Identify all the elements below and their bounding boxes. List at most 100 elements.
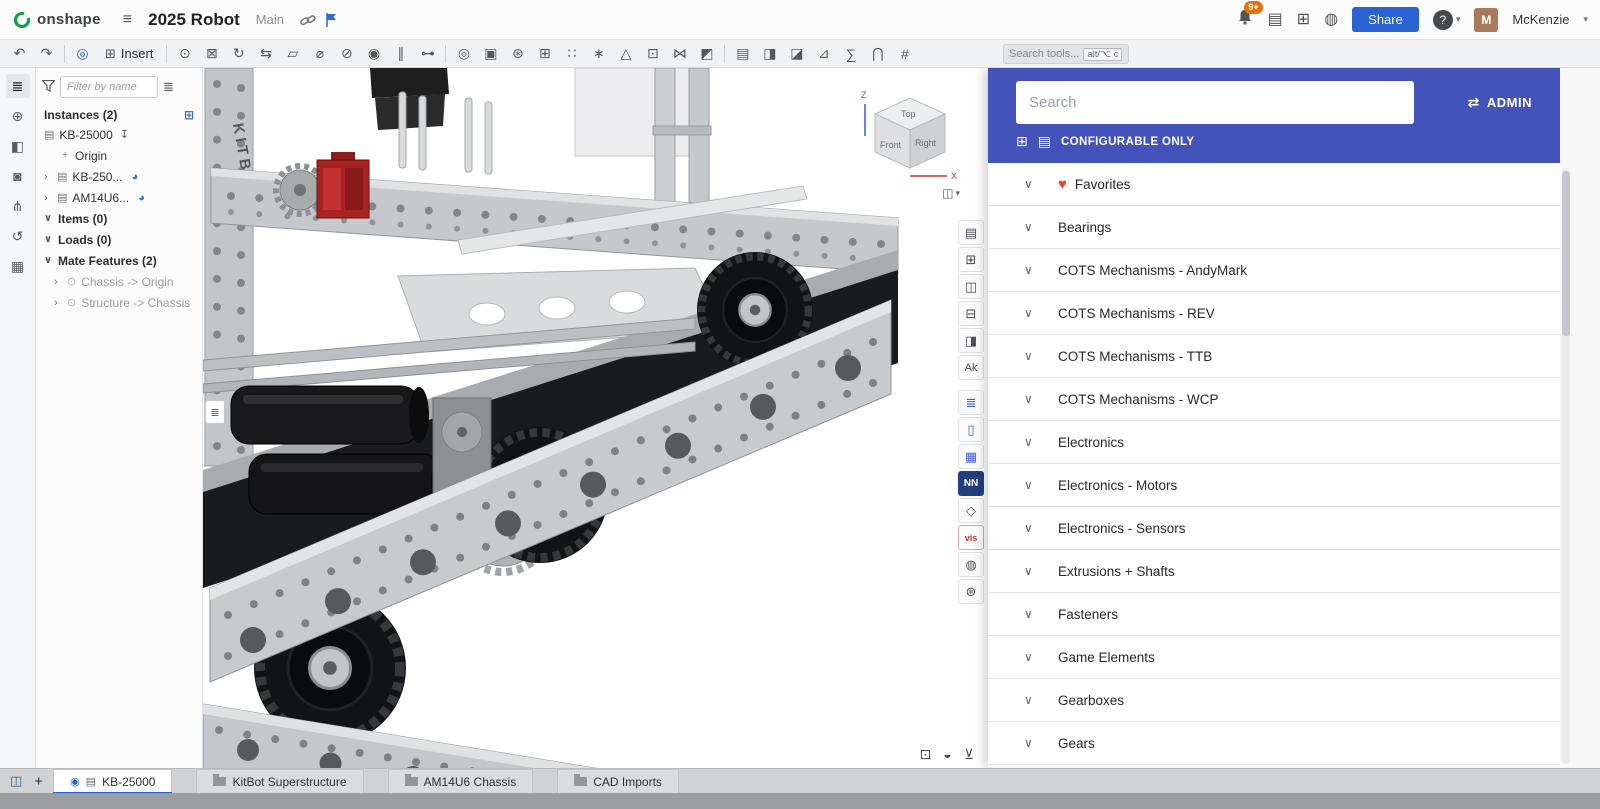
admin-filter-button[interactable]: ⇄ ADMIN bbox=[1468, 94, 1532, 111]
calendar-view-icon[interactable]: ▦ bbox=[958, 444, 984, 469]
insert-rail-icon[interactable]: ⊕ bbox=[6, 104, 30, 128]
appearance-icon[interactable]: ◨ bbox=[756, 42, 783, 66]
tab-am14u6-chassis[interactable]: AM14U6 Chassis bbox=[388, 769, 534, 793]
tree-panel-toggle[interactable]: ≣ bbox=[205, 400, 225, 424]
tangent-mate-icon[interactable]: ⊶ bbox=[414, 42, 441, 66]
interference-icon[interactable]: ⋂ bbox=[864, 42, 891, 66]
group-icon[interactable]: ▣ bbox=[477, 42, 504, 66]
category-row-fasteners[interactable]: ∨ Fasteners bbox=[988, 593, 1560, 636]
print-icon[interactable]: ⊡ bbox=[920, 746, 932, 763]
instances-header[interactable]: Instances (2) ⊞ bbox=[44, 108, 194, 122]
mate-connector-icon[interactable]: ◎ bbox=[450, 42, 477, 66]
publication-flag-icon[interactable] bbox=[324, 12, 338, 28]
category-row-cots-rev[interactable]: ∨ COTS Mechanisms - REV bbox=[988, 292, 1560, 335]
insert-button[interactable]: ⊞ Insert bbox=[96, 43, 162, 65]
connections-icon[interactable]: ⋔ bbox=[6, 194, 30, 218]
snapshot-icon[interactable]: ⊡ bbox=[639, 42, 666, 66]
category-row-electronics-motors[interactable]: ∨ Electronics - Motors bbox=[988, 464, 1560, 507]
tree-node-origin[interactable]: + Origin bbox=[42, 145, 196, 166]
mate-icon[interactable]: ⊙ bbox=[171, 42, 198, 66]
pin-slot-mate-icon[interactable]: ⊘ bbox=[333, 42, 360, 66]
library-filter-icon[interactable]: ▤ bbox=[1038, 133, 1051, 150]
tree-node-kb25000[interactable]: ▤ KB-25000 ↧ bbox=[42, 124, 196, 145]
category-row-extrusions-shafts[interactable]: ∨ Extrusions + Shafts bbox=[988, 550, 1560, 593]
filter-input[interactable] bbox=[60, 76, 158, 98]
search-tools-box[interactable]: Search tools... alt/⌥ c bbox=[1003, 44, 1129, 64]
mate-relation-icon[interactable]: ⊛ bbox=[504, 42, 531, 66]
explode-icon[interactable]: △ bbox=[612, 42, 639, 66]
cylindrical-mate-icon[interactable]: ⌀ bbox=[306, 42, 333, 66]
mate-feature-row[interactable]: › ⊙ Chassis -> Origin bbox=[42, 271, 196, 292]
view-list-icon[interactable]: ≣ bbox=[958, 390, 984, 415]
user-name[interactable]: McKenzie bbox=[1512, 12, 1569, 27]
list-view-icon[interactable]: ≣ bbox=[163, 79, 174, 95]
section-view-icon[interactable]: ◪ bbox=[783, 42, 810, 66]
tab-kb25000[interactable]: ◉ ▤ KB-25000 bbox=[53, 769, 172, 793]
loads-section-header[interactable]: ∨ Loads (0) bbox=[42, 229, 196, 250]
section-strip-icon[interactable]: ⊟ bbox=[958, 301, 984, 326]
tables-icon[interactable]: ▦ bbox=[6, 254, 30, 278]
release-notes-icon[interactable]: ▤ bbox=[1268, 12, 1283, 28]
share-button[interactable]: Share bbox=[1352, 7, 1419, 32]
update-available-icon[interactable]: ◕ bbox=[138, 192, 145, 204]
category-row-electronics-sensors[interactable]: ∨ Electronics - Sensors bbox=[988, 507, 1560, 550]
history-icon[interactable]: ↺ bbox=[6, 224, 30, 248]
mate-connector-tool-icon[interactable]: ◎ bbox=[69, 42, 96, 66]
frame-icon[interactable]: # bbox=[891, 42, 918, 66]
bom-icon[interactable]: ▤ bbox=[729, 42, 756, 66]
scrollbar[interactable] bbox=[1562, 168, 1570, 764]
configurable-only-toggle[interactable]: CONFIGURABLE ONLY bbox=[1061, 136, 1195, 148]
parallel-mate-icon[interactable]: ∥ bbox=[387, 42, 414, 66]
tab-kitbot-superstructure[interactable]: KitBot Superstructure bbox=[196, 769, 363, 793]
mass-properties-icon[interactable]: ∑ bbox=[837, 42, 864, 66]
fastened-mate-icon[interactable]: ⊠ bbox=[198, 42, 225, 66]
new-tab-button[interactable]: + bbox=[34, 773, 43, 790]
branch-name[interactable]: Main bbox=[256, 12, 284, 27]
avatar[interactable]: M bbox=[1474, 8, 1498, 32]
category-row-cots-wcp[interactable]: ∨ COTS Mechanisms - WCP bbox=[988, 378, 1560, 421]
display-states-icon[interactable]: ◩ bbox=[693, 42, 720, 66]
replicate-icon[interactable]: ⊞ bbox=[531, 42, 558, 66]
named-positions-icon[interactable]: ⋈ bbox=[666, 42, 693, 66]
slider-mate-icon[interactable]: ⇆ bbox=[252, 42, 279, 66]
sheet-view-icon[interactable]: ▯ bbox=[958, 417, 984, 442]
nn-badge-icon[interactable]: NN bbox=[958, 471, 984, 496]
chevron-right-icon[interactable]: › bbox=[54, 276, 62, 288]
filter-icon[interactable] bbox=[42, 80, 55, 95]
redo-button[interactable]: ↷ bbox=[33, 42, 60, 66]
undo-button[interactable]: ↶ bbox=[6, 42, 33, 66]
vis-mode-icon[interactable]: vis bbox=[958, 525, 984, 550]
items-section-header[interactable]: ∨ Items (0) bbox=[42, 208, 196, 229]
appearance-rail-icon[interactable]: ◧ bbox=[6, 134, 30, 158]
scrollbar-thumb[interactable] bbox=[1562, 171, 1570, 336]
revolute-mate-icon[interactable]: ↻ bbox=[225, 42, 252, 66]
onshape-logo[interactable]: onshape bbox=[12, 10, 101, 30]
tree-node-kb250[interactable]: › ▤ KB-250... ◕ bbox=[42, 166, 196, 187]
tab-manager-icon[interactable]: ◫ bbox=[10, 773, 22, 789]
structure-panel-icon[interactable]: ≣ bbox=[6, 74, 30, 98]
view-cube[interactable]: Top Front Right Z X bbox=[855, 76, 965, 191]
ball-mate-icon[interactable]: ◉ bbox=[360, 42, 387, 66]
linear-pattern-icon[interactable]: ∷ bbox=[558, 42, 585, 66]
category-row-gears[interactable]: ∨ Gears bbox=[988, 722, 1560, 765]
notifications-bell-icon[interactable]: 9+ bbox=[1236, 8, 1254, 31]
render-mode-icon[interactable]: ◍ bbox=[958, 552, 984, 577]
bom-table-icon[interactable]: ▤ bbox=[958, 220, 984, 245]
text-style-icon[interactable]: Ak bbox=[958, 355, 984, 380]
parts-filter-icon[interactable]: ⊞ bbox=[1016, 133, 1028, 150]
update-available-icon[interactable]: ◕ bbox=[131, 171, 138, 183]
chevron-right-icon[interactable]: › bbox=[44, 171, 52, 183]
capture-icon[interactable]: ⊻ bbox=[964, 746, 974, 763]
insert-instance-icon[interactable]: ⊞ bbox=[184, 108, 194, 122]
link-icon[interactable] bbox=[300, 13, 316, 27]
comments-icon[interactable]: ◙ bbox=[6, 164, 30, 188]
mate-features-section-header[interactable]: ∨ Mate Features (2) bbox=[42, 250, 196, 271]
category-row-favorites[interactable]: ∨ ♥ Favorites bbox=[988, 163, 1560, 206]
mate-feature-row[interactable]: › ⊙ Structure -> Chassis bbox=[42, 292, 196, 313]
view-cube-menu[interactable]: ◫ ▾ bbox=[942, 186, 960, 200]
circular-pattern-icon[interactable]: ∗ bbox=[585, 42, 612, 66]
duplicate-view-icon[interactable]: ⊞ bbox=[958, 247, 984, 272]
isometric-view-icon[interactable]: ◇ bbox=[958, 498, 984, 523]
window-zoom-icon[interactable]: ◫ bbox=[958, 274, 984, 299]
chevron-right-icon[interactable]: › bbox=[44, 192, 52, 204]
